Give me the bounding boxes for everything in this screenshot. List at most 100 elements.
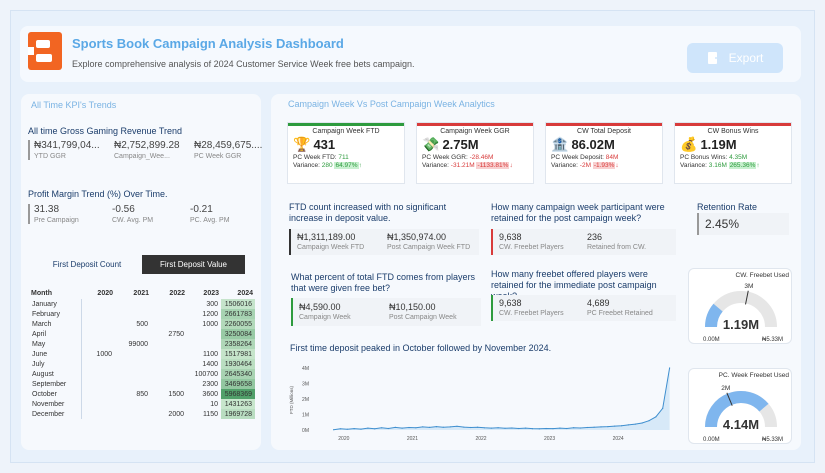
data-point xyxy=(463,426,465,428)
kpi-card: CW Bonus Wins 💰 1.19M PC Bonus Wins: 4.35M V… xyxy=(674,122,792,184)
card-variance-label: Variance: xyxy=(422,162,451,169)
card-title: CW Bonus Wins xyxy=(707,128,759,135)
column-header[interactable]: 2022 xyxy=(151,288,187,299)
q-kpi: 4,689 PC Freebet Retained xyxy=(583,295,657,321)
x-tick-label: 2024 xyxy=(613,436,624,442)
card-main: 🏆 431 xyxy=(288,136,404,153)
table-cell: 2661783 xyxy=(221,309,255,319)
table-cell: May xyxy=(29,339,82,349)
ggr-kpi-campaign: ₦2,752,899.28 Campaign_Wee... xyxy=(110,140,184,160)
column-header[interactable]: Month xyxy=(29,288,81,299)
y-tick-label: 4M xyxy=(302,366,309,372)
data-point xyxy=(497,427,499,429)
table-row: November 10 1431263 xyxy=(29,399,255,409)
kpi-label: Retained from CW. xyxy=(587,244,647,251)
card-pc-line: PC Week GGR: -28.46M xyxy=(417,154,533,161)
x-tick-label: 2021 xyxy=(407,436,418,442)
column-header[interactable]: 2024 xyxy=(221,288,255,299)
q-kpi: 9,638 CW. Freebet Players xyxy=(493,229,583,255)
table-cell xyxy=(115,299,151,309)
card-variance-pct: 265.36% xyxy=(728,162,757,169)
column-header[interactable]: 2023 xyxy=(187,288,221,299)
card-variance-label: Variance: xyxy=(551,162,580,169)
card-variance-line: Variance: 280 64.97%↑ xyxy=(288,162,404,169)
kpi-value: ₦1,311,189.00 xyxy=(297,232,356,242)
kpi-card: Campaign Week FTD 🏆 431 PC Week FTD: 711 Var… xyxy=(287,122,405,184)
table-cell: 2645340 xyxy=(221,369,255,379)
table-row: June 1000 1100 1517981 xyxy=(29,349,255,359)
tab-first-deposit-value[interactable]: First Deposit Value xyxy=(142,255,245,274)
data-point xyxy=(511,427,513,429)
column-header[interactable]: 2021 xyxy=(115,288,151,299)
table-cell xyxy=(81,389,115,399)
card-accent xyxy=(288,123,404,126)
card-variance-value: -31.21M xyxy=(450,162,475,169)
data-point xyxy=(607,426,609,428)
profit-margin-title: Profit Margin Trend (%) Over Time. xyxy=(28,189,168,199)
page-subtitle: Explore comprehensive analysis of 2024 C… xyxy=(72,59,415,69)
ftd-matrix-table: Month 2020 2021 2022 2023 2024 January 30… xyxy=(29,288,255,419)
table-row: October 850 1500 3600 5968369 xyxy=(29,389,255,399)
data-point xyxy=(353,428,355,430)
card-variance-label: Variance: xyxy=(680,162,709,169)
card-title: CW Total Deposit xyxy=(577,128,631,135)
card-variance-value: 3.16M xyxy=(708,162,727,169)
card-variance-line: Variance: -2M -1.93%↓ xyxy=(546,162,662,169)
card-pc-value: 84M xyxy=(605,154,619,161)
retention-title: Retention Rate xyxy=(697,202,758,212)
table-cell: 2260055 xyxy=(221,319,255,329)
kpi-trends-title: All Time KPI's Trends xyxy=(31,100,117,110)
tab-first-deposit-count[interactable]: First Deposit Count xyxy=(36,255,138,274)
table-cell xyxy=(187,339,221,349)
card-variance-pct: 64.97% xyxy=(334,162,359,169)
data-point xyxy=(477,426,479,428)
campaign-analytics-title: Campaign Week Vs Post Campaign Week Anal… xyxy=(288,99,495,109)
gauge-value: 4.14M xyxy=(723,417,759,432)
table-cell xyxy=(151,399,187,409)
q-ftd-percent-title: What percent of total FTD comes from pla… xyxy=(291,272,476,293)
table-cell xyxy=(81,319,115,329)
kpi-value: ₦10,150.00 xyxy=(389,302,436,312)
y-axis-label: FTD (Millions) xyxy=(289,386,294,414)
table-cell xyxy=(81,329,115,339)
card-pc-label: PC Week Deposit: xyxy=(551,154,606,161)
table-cell: 1100 xyxy=(202,350,218,358)
card-variance-value: 280 xyxy=(321,162,333,169)
data-point xyxy=(360,428,362,430)
q-kpi: ₦1,350,974.00 Post Campaign Week FTD xyxy=(383,229,474,255)
data-point xyxy=(627,424,629,426)
table-cell: April xyxy=(29,329,82,339)
table-cell xyxy=(115,369,151,379)
gauge-target-label: 3M xyxy=(744,283,753,290)
q-kpi: ₦4,590.00 Campaign Week xyxy=(293,298,385,326)
card-pc-value: 711 xyxy=(338,154,349,161)
card-variance-pct: -1133.81% xyxy=(476,162,510,169)
gauge-cw-freebet: CW. Freebet Used 3M 1.19M0.00M ₦5.33M xyxy=(703,272,789,343)
data-point xyxy=(429,426,431,428)
table-cell xyxy=(115,399,151,409)
table-cell: 2000 xyxy=(168,410,184,418)
card-title: Campaign Week FTD xyxy=(312,128,380,135)
table-cell xyxy=(151,299,187,309)
kpi-value: ₦341,799,04... xyxy=(34,140,100,151)
table-cell xyxy=(115,309,151,319)
table-cell xyxy=(115,379,151,389)
card-value: 2.75M xyxy=(442,137,479,152)
gauge-fill xyxy=(705,303,723,328)
x-tick-label: 2022 xyxy=(475,436,486,442)
pm-kpi-cw: -0.56 CW. Avg. PM xyxy=(108,204,180,224)
table-row: January 300 1506016 xyxy=(29,299,255,309)
q-ftd-percent-values: ₦4,590.00 Campaign Week ₦10,150.00 Post Ca… xyxy=(291,298,481,326)
card-main: 🏦 86.02M xyxy=(546,136,662,153)
kpi-label: CW. Avg. PM xyxy=(112,217,154,224)
table-cell xyxy=(151,319,187,329)
q-kpi: ₦1,311,189.00 Campaign Week FTD xyxy=(291,229,383,255)
export-button[interactable]: Export xyxy=(687,43,783,73)
card-variance-pct: -1.93% xyxy=(592,162,616,169)
table-cell xyxy=(81,299,115,309)
column-header[interactable]: 2020 xyxy=(81,288,115,299)
table-cell xyxy=(81,359,115,369)
data-point xyxy=(552,428,554,430)
trophy-icon: 🏆 xyxy=(293,136,311,152)
data-point xyxy=(442,426,444,428)
